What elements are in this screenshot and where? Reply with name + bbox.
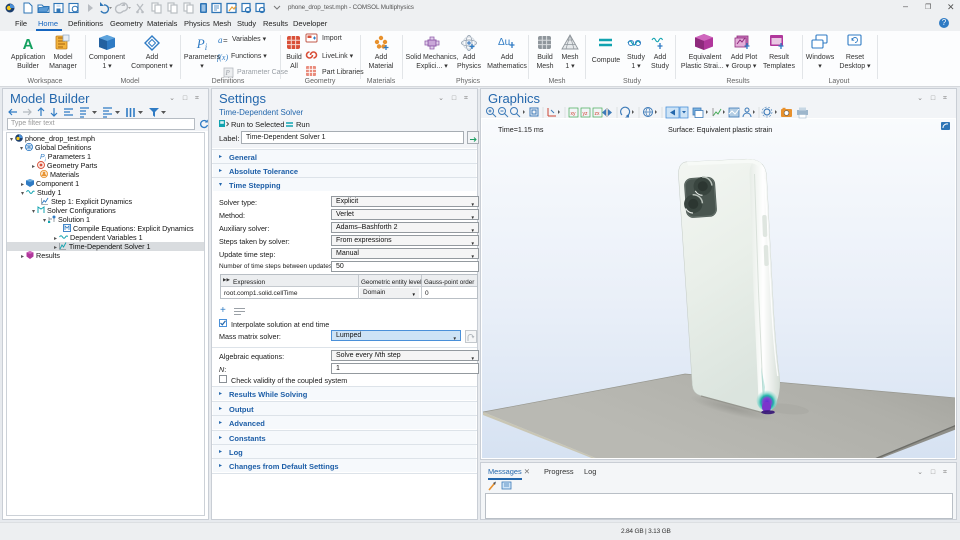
svg-text:Pi: Pi [196, 36, 208, 52]
svg-text:Time=1.15 ms: Time=1.15 ms [498, 125, 544, 134]
svg-text:=: = [223, 36, 228, 45]
svg-text:Δu: Δu [498, 37, 510, 48]
svg-text:yz: yz [583, 111, 589, 117]
svg-text:zx: zx [595, 111, 601, 117]
svg-text:A: A [23, 36, 34, 53]
svg-text:Surface: Equivalent plastic st: Surface: Equivalent plastic strain [668, 125, 772, 134]
svg-text:xy: xy [571, 111, 577, 117]
